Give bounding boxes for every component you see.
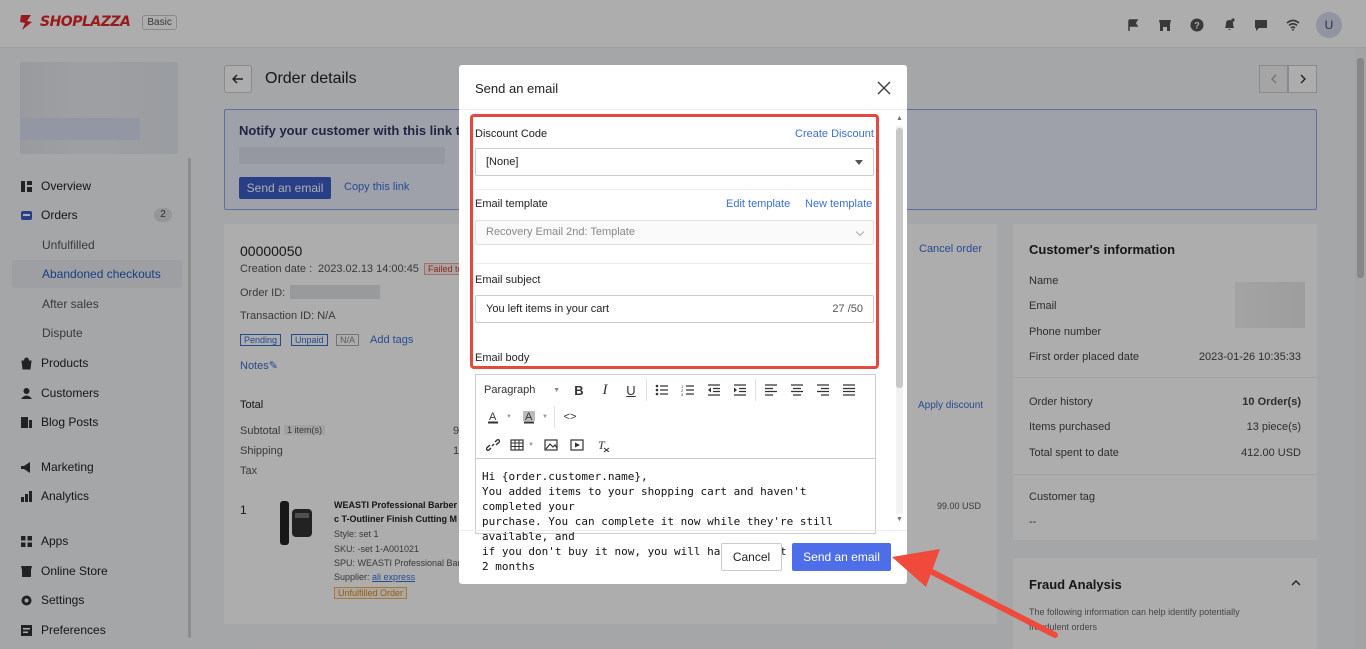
email-body-line: Hi {order.customer.name}, — [482, 470, 648, 483]
numbered-list-icon[interactable]: 123 — [675, 379, 701, 401]
italic-icon[interactable]: I — [592, 379, 618, 401]
scroll-up-arrow-icon[interactable]: ▲ — [896, 115, 903, 122]
email-body-line: purchase. You can complete it now while … — [482, 515, 833, 543]
caret-down-icon: ▼ — [553, 386, 560, 394]
email-body-line: You added items to your shopping cart an… — [482, 485, 807, 513]
paragraph-format-label: Paragraph — [484, 384, 536, 396]
bulleted-list-icon[interactable] — [649, 379, 675, 401]
svg-text:T: T — [598, 438, 606, 452]
editor-toolbar: Paragraph ▼ B I U 123 A ▼ A ▼ <> ▼ T — [476, 375, 875, 459]
modal-scrollbar[interactable]: ▲ ▼ — [893, 112, 906, 528]
align-left-icon[interactable] — [758, 379, 784, 401]
align-justify-icon[interactable] — [836, 379, 862, 401]
clear-formatting-icon[interactable]: T — [590, 434, 616, 456]
bold-icon[interactable]: B — [566, 379, 592, 401]
link-icon[interactable] — [480, 434, 506, 456]
caret-down-icon[interactable]: ▼ — [542, 414, 552, 420]
indent-icon[interactable] — [727, 379, 753, 401]
table-icon[interactable] — [506, 434, 528, 456]
red-arrow-annotation — [892, 549, 1058, 638]
text-color-icon[interactable]: A — [480, 406, 506, 428]
highlight-annotation-box — [470, 114, 879, 369]
paragraph-format-select[interactable]: Paragraph ▼ — [476, 384, 566, 396]
send-email-button[interactable]: Send an email — [792, 543, 891, 571]
source-code-icon[interactable]: <> — [557, 406, 583, 428]
svg-text:3: 3 — [681, 392, 684, 396]
background-color-icon[interactable]: A — [516, 406, 542, 428]
outdent-icon[interactable] — [701, 379, 727, 401]
align-center-icon[interactable] — [784, 379, 810, 401]
cancel-button[interactable]: Cancel — [721, 543, 782, 571]
caret-down-icon[interactable]: ▼ — [528, 442, 538, 448]
align-right-icon[interactable] — [810, 379, 836, 401]
svg-text:A: A — [525, 411, 533, 423]
underline-icon[interactable]: U — [618, 379, 644, 401]
svg-text:A: A — [489, 411, 497, 423]
video-icon[interactable] — [564, 434, 590, 456]
modal-title: Send an email — [475, 81, 559, 96]
email-body-editor[interactable]: Paragraph ▼ B I U 123 A ▼ A ▼ <> ▼ T Hi … — [475, 374, 876, 573]
close-icon[interactable] — [875, 79, 893, 97]
caret-down-icon[interactable]: ▼ — [506, 414, 516, 420]
scroll-down-arrow-icon[interactable]: ▼ — [896, 516, 903, 523]
image-icon[interactable] — [538, 434, 564, 456]
